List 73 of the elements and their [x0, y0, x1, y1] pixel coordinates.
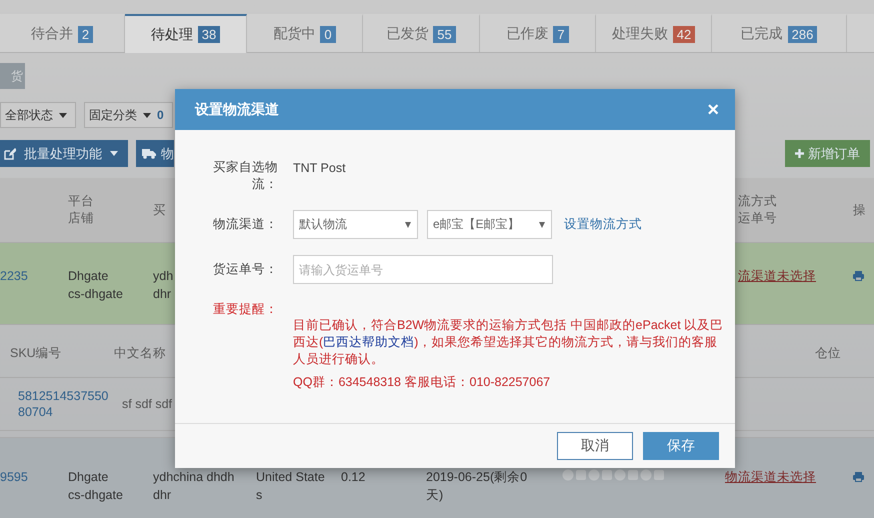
shipping-not-selected-link[interactable]: 物流渠道未选择	[725, 468, 816, 486]
new-order-button[interactable]: 新增订单	[785, 140, 870, 167]
caret-icon	[539, 222, 545, 228]
printer-icon[interactable]	[853, 472, 864, 482]
table-cell-text: 0.12	[341, 469, 366, 486]
notice-label: 重要提醒：	[213, 301, 278, 318]
table-cell-text: 2019-06-25(剩余0 天)	[426, 469, 528, 504]
field-label: 货运单号：	[213, 261, 278, 278]
service-dropdown[interactable]: e邮宝【E邮宝】	[427, 210, 552, 239]
contact-info: QQ群：634548318 客服电话：010-82257067	[293, 374, 550, 391]
table-cell-text: Dhgate cs-dhgate	[68, 268, 123, 303]
column-header: SKU编号	[10, 344, 63, 362]
count-label: 0	[157, 108, 164, 122]
column-header: 操	[853, 202, 866, 218]
count-badge: 55	[433, 26, 456, 42]
tab-label: 待合并	[30, 25, 73, 43]
count-badge: 0	[320, 26, 336, 42]
tab-label: 配货中	[273, 25, 316, 43]
caret-icon	[59, 112, 67, 118]
column-header: 中文名称	[114, 344, 167, 362]
tab-label: 已作废	[506, 25, 548, 43]
count-badge: 2	[78, 26, 94, 42]
tab[interactable]: 已完成 286	[712, 14, 847, 52]
tab[interactable]: 配货中 0	[247, 14, 363, 52]
caret-icon	[405, 222, 411, 228]
count-badge: 38	[198, 26, 220, 43]
tab-label: 待处理	[150, 26, 193, 44]
batch-actions-button[interactable]: 批量处理功能	[0, 140, 128, 167]
truck-icon	[142, 148, 156, 159]
caret-icon	[110, 151, 118, 156]
tab-label: 已发货	[386, 25, 428, 43]
dialog-title: 设置物流渠道	[195, 100, 279, 118]
field-label: 物流渠道：	[213, 216, 278, 233]
tab[interactable]: 已作废 7	[480, 14, 596, 52]
tab-label: 已完成	[740, 25, 783, 43]
table-cell-text: ydh dhr	[153, 268, 174, 303]
table-cell-text: Dhgate cs-dhgate	[68, 469, 123, 504]
filter-dropdown[interactable]: 固定分类 0	[84, 102, 173, 128]
column-header: 买	[153, 202, 166, 218]
notice-paragraph: 目前已确认，符合B2W物流要求的运输方式包括 中国邮政的ePacket 以及巴西达(巴西达帮助文档)，如果您希望选择其它的物流方式，请与我们的客服人员进行确认。	[293, 317, 724, 368]
column-header: 平台 店铺	[68, 193, 94, 227]
caret-icon	[143, 112, 151, 118]
tab[interactable]: 待处理 38	[125, 14, 247, 53]
tab[interactable]: 已发货 55	[363, 14, 480, 52]
count-badge: 42	[672, 26, 696, 42]
action-button[interactable]: 货	[0, 63, 25, 89]
set-shipping-link[interactable]: 设置物流方式	[564, 216, 642, 233]
table-cell: sf sdf sdf	[122, 397, 172, 411]
column-header: 仓位	[815, 344, 842, 362]
cancel-button[interactable]: 取消	[557, 432, 633, 460]
order-number-link[interactable]: 9595	[0, 468, 28, 486]
table-cell-text: ydhchina dhdh dhr	[153, 469, 234, 504]
buyer-shipping-value: TNT Post	[293, 160, 346, 175]
save-button[interactable]: 保存	[643, 432, 719, 460]
count-badge: 286	[788, 26, 818, 42]
printer-icon[interactable]	[853, 271, 864, 281]
close-button[interactable]: ×	[707, 100, 719, 120]
order-number-link[interactable]: 2235	[0, 267, 28, 285]
count-badge: 7	[553, 26, 569, 42]
channel-dropdown[interactable]: 默认物流	[293, 210, 418, 239]
tab[interactable]: 处理失败 42	[596, 14, 712, 52]
filter-dropdown[interactable]: 全部状态	[0, 102, 76, 128]
edit-icon	[4, 148, 16, 160]
field-label: 买家自选物流：	[212, 159, 278, 193]
shipping-button[interactable]: 物	[136, 140, 174, 167]
table-cell-text: United State s	[256, 469, 325, 504]
plus-icon	[795, 149, 804, 158]
tracking-number-field[interactable]: 请输入货运单号	[293, 255, 553, 284]
tab-label: 处理失败	[612, 25, 668, 43]
help-doc-link[interactable]: 巴西达帮助文档	[323, 335, 414, 349]
shipping-not-selected-link[interactable]: 流渠道未选择	[738, 267, 816, 285]
column-header: 流方式 运单号	[738, 193, 777, 227]
sku-link[interactable]: 5812514537550 80704	[18, 388, 122, 420]
